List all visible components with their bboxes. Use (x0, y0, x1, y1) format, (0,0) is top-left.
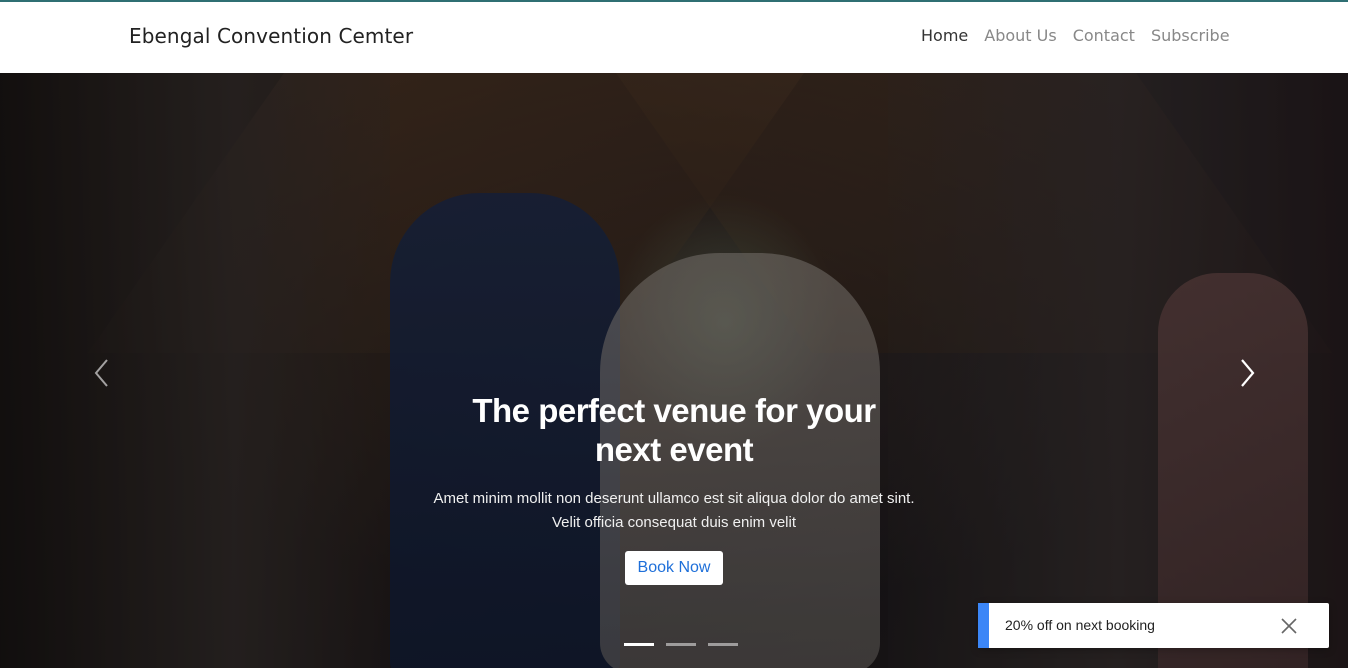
nav-item-contact[interactable]: Contact (1073, 26, 1135, 45)
carousel-next-button[interactable] (1233, 355, 1263, 391)
carousel-indicator-3[interactable] (708, 643, 738, 646)
toast-close-button[interactable] (1280, 617, 1298, 635)
toast-accent-bar (978, 603, 989, 648)
hero-subtext-line-1: Amet minim mollit non deserunt ullamco e… (433, 490, 915, 507)
carousel-prev-button[interactable] (88, 355, 118, 391)
nav-item-home[interactable]: Home (921, 26, 968, 45)
chevron-right-icon (1241, 359, 1255, 387)
carousel-indicators (624, 643, 738, 646)
carousel-indicator-1[interactable] (624, 643, 654, 646)
hero-carousel: The perfect venue for your next event Am… (0, 73, 1348, 668)
book-now-button[interactable]: Book Now (624, 551, 724, 585)
carousel-indicator-2[interactable] (666, 643, 696, 646)
nav-item-about-us[interactable]: About Us (984, 26, 1056, 45)
main-nav: Home About Us Contact Subscribe (921, 26, 1230, 45)
nav-item-subscribe[interactable]: Subscribe (1151, 26, 1230, 45)
chevron-left-icon (94, 359, 108, 387)
hero-caption: The perfect venue for your next event Am… (374, 391, 974, 585)
hero-subtext-line-2: Velit officia consequat duis enim velit (551, 514, 797, 531)
close-icon (1281, 618, 1297, 634)
hero-headline: The perfect venue for your next event (472, 392, 876, 468)
hero-subtext: Amet minim mollit non deserunt ullamco e… (374, 487, 974, 535)
promo-toast: 20% off on next booking (978, 603, 1329, 648)
brand-logo-text[interactable]: Ebengal Convention Cemter (129, 24, 413, 48)
navbar: Ebengal Convention Cemter Home About Us … (0, 2, 1348, 73)
toast-message: 20% off on next booking (1005, 617, 1155, 633)
